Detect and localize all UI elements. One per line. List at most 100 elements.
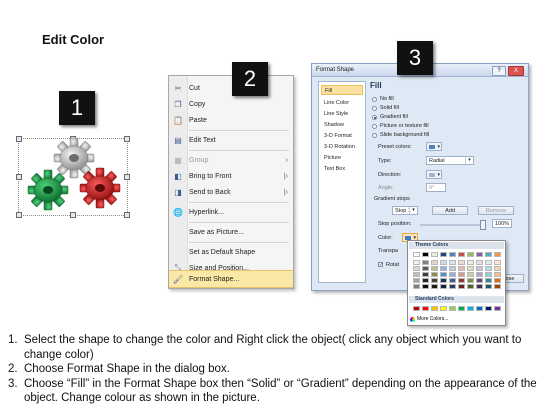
color-swatch[interactable] <box>458 260 465 265</box>
color-swatch[interactable] <box>440 278 447 283</box>
color-swatch[interactable] <box>485 278 492 283</box>
menu-item-edit-text[interactable]: ▤ Edit Text <box>169 132 293 148</box>
close-button[interactable]: X <box>508 66 524 76</box>
color-swatch[interactable] <box>449 266 456 271</box>
color-swatch[interactable] <box>431 266 438 271</box>
color-swatch[interactable] <box>422 278 429 283</box>
direction-button[interactable]: ▾ <box>426 170 442 179</box>
menu-item-paste[interactable]: 📋 Paste <box>169 112 293 128</box>
color-swatch[interactable] <box>458 266 465 271</box>
color-swatch[interactable] <box>440 266 447 271</box>
color-swatch[interactable] <box>422 260 429 265</box>
color-swatch[interactable] <box>485 306 492 311</box>
color-swatch[interactable] <box>431 284 438 289</box>
category-line-style[interactable]: Line Style <box>321 109 363 119</box>
color-swatch[interactable] <box>494 306 501 311</box>
radio-gradient-fill[interactable]: Gradient fill <box>372 113 408 121</box>
color-swatch[interactable] <box>413 306 420 311</box>
color-swatch[interactable] <box>467 252 474 257</box>
color-swatch[interactable] <box>422 252 429 257</box>
menu-item-group[interactable]: ▦ Group › <box>169 152 293 168</box>
color-swatch[interactable] <box>458 252 465 257</box>
color-swatch[interactable] <box>494 278 501 283</box>
category-fill[interactable]: Fill <box>321 85 363 95</box>
color-swatch[interactable] <box>449 306 456 311</box>
menu-item-format-shape[interactable]: 🖌 Format Shape... <box>169 270 293 288</box>
color-swatch[interactable] <box>494 266 501 271</box>
color-swatch[interactable] <box>476 284 483 289</box>
color-swatch[interactable] <box>476 272 483 277</box>
gears-graphic[interactable] <box>16 134 128 218</box>
help-button[interactable]: ? <box>492 66 506 76</box>
color-swatch[interactable] <box>476 306 483 311</box>
angle-input[interactable]: 0° <box>426 183 446 192</box>
color-swatch[interactable] <box>440 272 447 277</box>
color-swatch[interactable] <box>467 266 474 271</box>
color-swatch[interactable] <box>467 278 474 283</box>
radio-no-fill[interactable]: No fill <box>372 95 394 103</box>
category-text-box[interactable]: Text Box <box>321 164 363 174</box>
color-swatch[interactable] <box>413 252 420 257</box>
menu-item-copy[interactable]: ❐ Copy <box>169 96 293 112</box>
menu-item-bring-to-front[interactable]: ◧ Bring to Front |› <box>169 168 293 184</box>
preset-colors-button[interactable]: ▾ <box>426 142 442 151</box>
color-swatch[interactable] <box>467 306 474 311</box>
stop-position-input[interactable]: 100% <box>492 219 512 228</box>
color-swatch[interactable] <box>485 284 492 289</box>
color-swatch[interactable] <box>431 260 438 265</box>
stop-position-slider[interactable] <box>420 224 486 226</box>
color-swatch[interactable] <box>476 252 483 257</box>
color-swatch[interactable] <box>431 306 438 311</box>
menu-item-save-as-picture[interactable]: Save as Picture... <box>169 224 293 240</box>
color-swatch[interactable] <box>431 252 438 257</box>
color-swatch[interactable] <box>422 306 429 311</box>
stop-select[interactable]: Stop 1 ▾ <box>392 206 418 215</box>
menu-item-cut[interactable]: ✂ Cut <box>169 80 293 96</box>
color-swatch[interactable] <box>413 278 420 283</box>
color-swatch[interactable] <box>422 272 429 277</box>
radio-picture-texture-fill[interactable]: Picture or texture fill <box>372 122 429 130</box>
radio-solid-fill[interactable]: Solid fill <box>372 104 399 112</box>
category-shadow[interactable]: Shadow <box>321 120 363 130</box>
color-swatch[interactable] <box>485 272 492 277</box>
menu-item-hyperlink[interactable]: 🌐 Hyperlink... <box>169 204 293 220</box>
color-swatch[interactable] <box>485 266 492 271</box>
menu-item-send-to-back[interactable]: ◨ Send to Back |› <box>169 184 293 200</box>
color-swatch[interactable] <box>449 252 456 257</box>
color-swatch[interactable] <box>467 260 474 265</box>
color-swatch[interactable] <box>422 284 429 289</box>
rotate-with-shape-checkbox[interactable]: ✓ <box>378 262 383 268</box>
color-swatch[interactable] <box>458 284 465 289</box>
color-swatch[interactable] <box>413 272 420 277</box>
color-swatch[interactable] <box>476 260 483 265</box>
color-swatch[interactable] <box>458 306 465 311</box>
color-swatch[interactable] <box>440 260 447 265</box>
color-swatch[interactable] <box>440 306 447 311</box>
color-swatch[interactable] <box>485 252 492 257</box>
more-colors-button[interactable]: More Colors... <box>410 316 448 322</box>
color-swatch[interactable] <box>494 260 501 265</box>
color-swatch[interactable] <box>494 284 501 289</box>
color-swatch[interactable] <box>431 272 438 277</box>
color-swatch[interactable] <box>449 284 456 289</box>
menu-item-set-as-default-shape[interactable]: Set as Default Shape <box>169 244 293 260</box>
color-swatch[interactable] <box>467 284 474 289</box>
color-swatch[interactable] <box>485 260 492 265</box>
color-swatch[interactable] <box>458 278 465 283</box>
category-line-color[interactable]: Line Color <box>321 98 363 108</box>
color-swatch[interactable] <box>413 266 420 271</box>
radio-slide-background-fill[interactable]: Slide background fill <box>372 131 429 139</box>
color-swatch[interactable] <box>413 284 420 289</box>
color-swatch[interactable] <box>422 266 429 271</box>
color-swatch[interactable] <box>458 272 465 277</box>
category-3d-format[interactable]: 3-D Format <box>321 131 363 141</box>
color-swatch[interactable] <box>449 260 456 265</box>
color-swatch[interactable] <box>494 252 501 257</box>
color-swatch[interactable] <box>449 278 456 283</box>
category-picture[interactable]: Picture <box>321 153 363 163</box>
stop-position-thumb[interactable] <box>480 220 486 230</box>
color-swatch[interactable] <box>449 272 456 277</box>
color-swatch[interactable] <box>413 260 420 265</box>
color-swatch[interactable] <box>467 272 474 277</box>
color-swatch[interactable] <box>476 266 483 271</box>
